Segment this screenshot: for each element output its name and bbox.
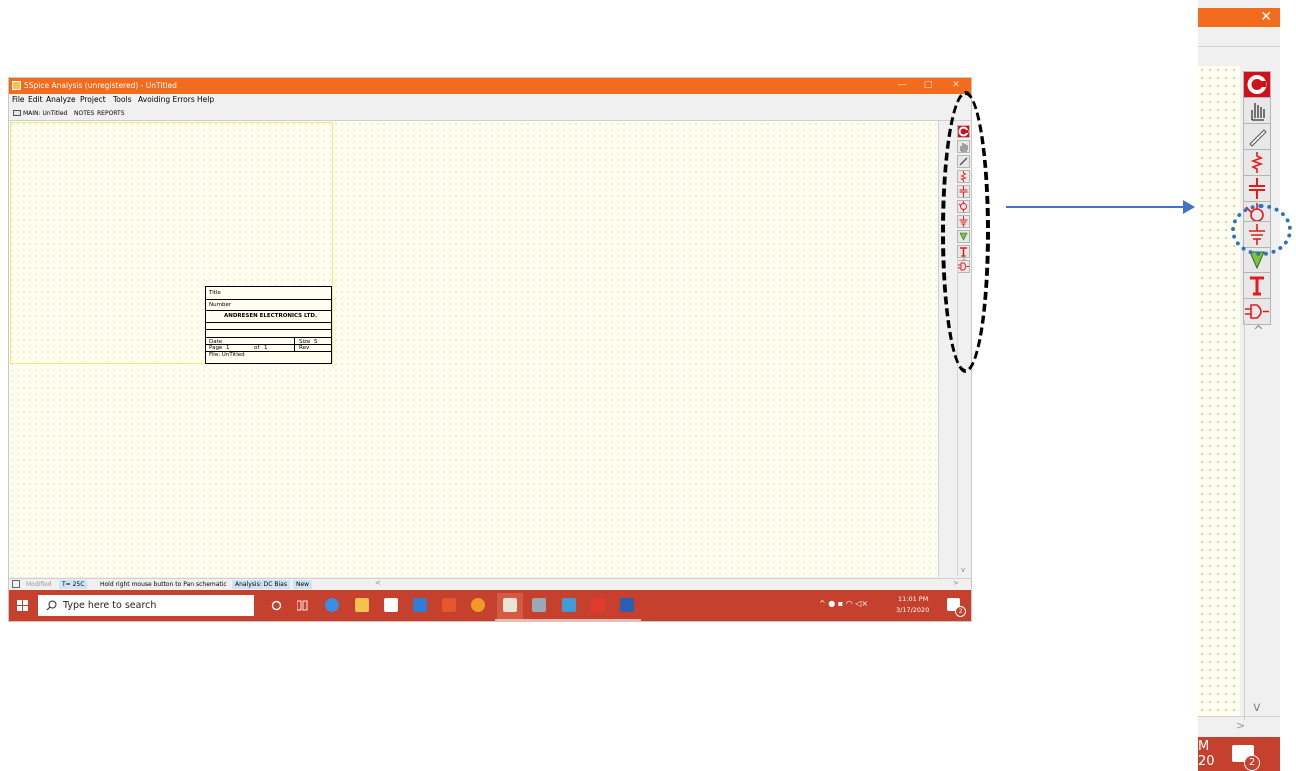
tray-icons[interactable]: ^ ● ▪ ◠ ◁×: [819, 599, 868, 608]
acrobat-icon[interactable]: [591, 598, 605, 612]
app-icon: [12, 81, 21, 90]
menu-project[interactable]: Project: [80, 95, 106, 104]
menu-file[interactable]: File: [12, 95, 25, 104]
maximize-button[interactable]: □: [919, 79, 937, 92]
menu-bar: File Edit Analyze Project Tools Avoiding…: [9, 94, 971, 105]
zoom-5spice-logo-icon[interactable]: [1243, 71, 1271, 98]
close-button[interactable]: ✕: [947, 79, 965, 92]
title-bar[interactable]: 5Spice Analysis (unregistered) - UnTitle…: [9, 78, 971, 94]
search-icon: [46, 600, 57, 611]
file-explorer-icon[interactable]: [355, 598, 369, 612]
running-indicator: [495, 619, 641, 621]
taskbar: Type here to search ^ ● ▪ ◠ ◁× 11:01 PM …: [9, 590, 971, 621]
firefox-icon[interactable]: [471, 598, 485, 612]
minimize-button[interactable]: —: [893, 79, 911, 92]
toolbar-highlight-oval: [941, 91, 990, 373]
notification-badge: 2: [955, 606, 966, 617]
zoom-capacitor-icon[interactable]: [1243, 175, 1271, 202]
zoom-scroll-up-icon[interactable]: ^: [1253, 324, 1264, 339]
task-view-icon[interactable]: [297, 600, 308, 611]
app-window: 5Spice Analysis (unregistered) - UnTitle…: [8, 77, 972, 622]
status-temperature: T= 25C: [59, 580, 88, 589]
zoom-hscroll-icon[interactable]: >: [1236, 719, 1245, 732]
zoom-vertical-scrollbar[interactable]: ^ v: [1244, 320, 1273, 720]
zoom-clock-fragment-2: 20: [1198, 754, 1215, 769]
tab-bar: MAIN: UnTitled NOTES REPORTS: [9, 106, 971, 121]
tab-notes[interactable]: NOTES: [74, 110, 94, 117]
tab-reports[interactable]: REPORTS: [97, 110, 125, 117]
zoom-canvas: [1198, 66, 1240, 716]
zoom-resistor-icon[interactable]: [1243, 149, 1271, 176]
status-hint: Hold right mouse button to Pan schematic: [100, 581, 227, 588]
arrow-head: [1183, 200, 1195, 214]
status-bar: Modified T= 25C Hold right mouse button …: [9, 578, 971, 590]
cortana-icon[interactable]: [271, 600, 282, 611]
status-analysis: Analysis: DC Bias: [232, 580, 290, 589]
clock-time: 11:01 PM: [898, 595, 929, 603]
zoom-text-icon[interactable]: [1243, 272, 1271, 299]
status-modified: Modified: [26, 581, 52, 588]
status-icon: [12, 580, 20, 588]
menu-avoiding-errors[interactable]: Avoiding Errors: [138, 95, 195, 104]
zoom-title-bar: ✕: [1198, 8, 1280, 27]
zoom-close-icon[interactable]: ✕: [1260, 9, 1272, 25]
app-icon-blue[interactable]: [562, 598, 576, 612]
hscroll-left-icon[interactable]: <: [375, 579, 381, 587]
mail-icon[interactable]: [413, 598, 427, 612]
menu-analyze[interactable]: Analyze: [46, 95, 76, 104]
zoom-clock-fragment-1: M: [1198, 739, 1210, 754]
zoom-scroll-down-icon[interactable]: v: [1253, 700, 1261, 715]
scroll-down-icon[interactable]: v: [961, 566, 965, 574]
5spice-taskbar-icon[interactable]: [503, 598, 517, 612]
app-icon-gray[interactable]: [532, 598, 546, 612]
schematic-canvas[interactable]: Title Number ANDRESEN ELECTRONICS LTD. D…: [9, 121, 938, 577]
file-label: File: UnTitled: [209, 352, 245, 358]
title-block: Title Number ANDRESEN ELECTRONICS LTD. D…: [205, 286, 332, 364]
hscroll-right-icon[interactable]: >: [953, 579, 959, 587]
store-icon[interactable]: [384, 598, 398, 612]
windows-start-icon[interactable]: [17, 600, 28, 611]
arrow-line: [1006, 206, 1186, 208]
menu-help[interactable]: Help: [197, 95, 214, 104]
number-label: Number: [209, 302, 232, 308]
taskbar-search-box[interactable]: Type here to search: [38, 595, 254, 616]
zoom-notification-badge: 2: [1244, 755, 1260, 771]
zoom-pencil-icon[interactable]: [1243, 123, 1271, 150]
edge-icon[interactable]: [325, 598, 339, 612]
status-mode: New: [293, 580, 313, 589]
title-label: Title: [209, 290, 221, 296]
word-icon[interactable]: [620, 598, 634, 612]
app-icon-orange[interactable]: [442, 598, 456, 612]
schematic-tab-icon: [13, 110, 21, 116]
company-name: ANDRESEN ELECTRONICS LTD.: [224, 313, 318, 319]
window-title: 5Spice Analysis (unregistered) - UnTitle…: [24, 81, 177, 90]
search-placeholder: Type here to search: [63, 600, 157, 611]
zoom-tabbar: [1198, 46, 1280, 67]
ground-highlight-oval: [1231, 204, 1292, 256]
tab-main[interactable]: MAIN: UnTitled: [23, 110, 67, 117]
menu-edit[interactable]: Edit: [28, 95, 43, 104]
zoom-hand-icon[interactable]: [1243, 97, 1271, 124]
clock-date: 3/17/2020: [896, 606, 930, 614]
zoom-taskbar: M 20 2: [1198, 737, 1280, 771]
menu-tools[interactable]: Tools: [113, 95, 131, 104]
